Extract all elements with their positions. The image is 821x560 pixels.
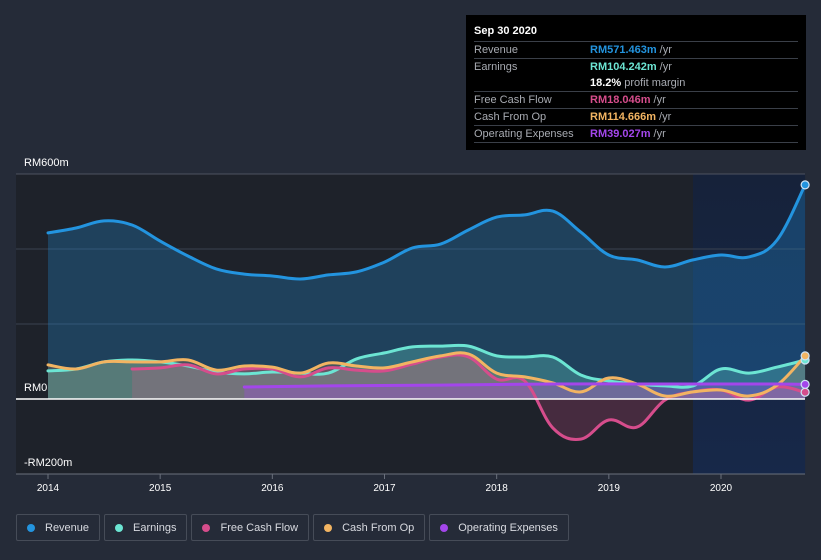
legend-dot-icon	[27, 523, 35, 532]
tooltip-row-operating-expenses: Operating Expenses RM39.027m /yr	[474, 126, 798, 143]
x-tick-label-2014: 2014	[37, 483, 60, 494]
tooltip-value: RM104.242m	[590, 61, 657, 73]
x-axis	[16, 473, 805, 479]
tooltip-value: 18.2%	[590, 77, 622, 89]
tooltip-label: Earnings	[474, 61, 518, 73]
end-marker-free-cash-flow	[800, 387, 810, 397]
tooltip-panel: Sep 30 2020 Revenue RM571.463m /yr Earni…	[466, 15, 806, 150]
legend-label: Revenue	[45, 521, 90, 534]
tooltip-label	[474, 75, 590, 91]
tooltip-row-revenue: Revenue RM571.463m /yr	[474, 42, 798, 59]
legend-dot-icon	[202, 523, 211, 532]
x-tick-label-2017: 2017	[373, 483, 396, 494]
tooltip-row-earnings: Earnings RM104.242m /yr	[474, 59, 798, 75]
legend-label: Earnings	[133, 521, 177, 534]
legend-item-operating-expenses[interactable]: Operating Expenses	[429, 514, 569, 541]
end-marker-cash-from-op	[800, 351, 810, 361]
x-tick-label-2020: 2020	[710, 483, 733, 494]
tooltip-date: Sep 30 2020	[474, 23, 798, 42]
legend-label: Free Cash Flow	[220, 521, 299, 534]
tooltip-value: RM18.046m	[590, 94, 651, 106]
tooltip-value: RM39.027m	[590, 128, 651, 140]
legend-label: Cash From Op	[342, 521, 415, 534]
legend-dot-icon	[115, 523, 124, 532]
x-tick-label-2015: 2015	[149, 483, 172, 494]
tooltip-value: RM571.463m	[590, 44, 657, 56]
tooltip-row-free-cash-flow: Free Cash Flow RM18.046m /yr	[474, 92, 798, 109]
y-tick-label-neg200: -RM200m	[24, 457, 72, 469]
tooltip-unit: profit margin	[624, 77, 686, 89]
y-tick-label-600: RM600m	[24, 157, 69, 169]
tooltip-unit: /yr	[653, 128, 666, 140]
legend-item-free-cash-flow[interactable]: Free Cash Flow	[191, 514, 310, 541]
tooltip-label: Operating Expenses	[474, 128, 574, 140]
legend-item-revenue[interactable]: Revenue	[16, 514, 101, 541]
tooltip-label: Cash From Op	[474, 111, 547, 123]
tooltip-unit: /yr	[659, 44, 672, 56]
legend-item-cash-from-op[interactable]: Cash From Op	[313, 514, 426, 541]
y-tick-label-0: RM0	[24, 382, 47, 394]
legend-dot-icon	[324, 523, 333, 532]
tooltip-label: Free Cash Flow	[474, 94, 552, 106]
x-tick-label-2016: 2016	[261, 483, 284, 494]
legend-label: Operating Expenses	[458, 521, 558, 534]
end-marker-operating-expenses	[800, 379, 810, 389]
legend-dot-icon	[440, 523, 449, 532]
tooltip-unit: /yr	[659, 111, 672, 123]
tooltip-unit: /yr	[659, 61, 672, 73]
tooltip-row-profit-margin: 18.2% profit margin	[474, 75, 798, 92]
end-marker-revenue	[800, 180, 810, 190]
tooltip-label: Revenue	[474, 44, 519, 56]
x-tick-label-2018: 2018	[486, 483, 509, 494]
legend: Revenue Earnings Free Cash Flow Cash Fro…	[16, 514, 569, 541]
x-tick-label-2019: 2019	[598, 483, 621, 494]
tooltip-unit: /yr	[653, 94, 666, 106]
tooltip-value: RM114.666m	[590, 111, 657, 123]
tooltip-row-cash-from-op: Cash From Op RM114.666m /yr	[474, 109, 798, 126]
x-axis-labels: 2014 2015 2016 2017 2018 2019 2020	[37, 483, 733, 494]
legend-item-earnings[interactable]: Earnings	[104, 514, 188, 541]
